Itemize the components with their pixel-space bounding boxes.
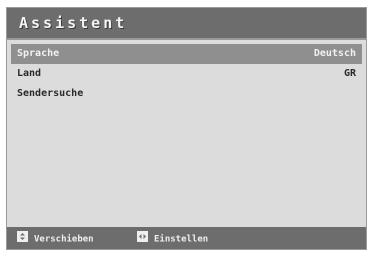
footer-bar: Verschieben Einstellen [7, 227, 366, 249]
footer-move-hint: Verschieben [17, 231, 94, 245]
menu-item-value: Deutsch [313, 48, 356, 59]
menu-item-channel-search[interactable]: Sendersuche [11, 84, 362, 104]
title-bar: Assistent [7, 8, 366, 40]
menu-item-label: Sendersuche [17, 88, 84, 99]
footer-set-label: Einstellen [154, 234, 209, 245]
footer-set-hint: Einstellen [137, 231, 208, 245]
footer-move-label: Verschieben [34, 234, 94, 245]
menu-item-language[interactable]: Sprache Deutsch [11, 44, 362, 64]
menu-item-label: Sprache [17, 48, 60, 59]
left-right-key-icon [137, 231, 148, 247]
menu-item-label: Land [17, 68, 42, 79]
up-down-key-icon [17, 231, 28, 247]
assistant-screen: Assistent Sprache Deutsch Land GR Sender… [6, 7, 367, 250]
menu-item-country[interactable]: Land GR [11, 64, 362, 84]
settings-menu: Sprache Deutsch Land GR Sendersuche [11, 44, 362, 104]
screen-title: Assistent [19, 14, 128, 32]
menu-item-value: GR [343, 68, 356, 79]
